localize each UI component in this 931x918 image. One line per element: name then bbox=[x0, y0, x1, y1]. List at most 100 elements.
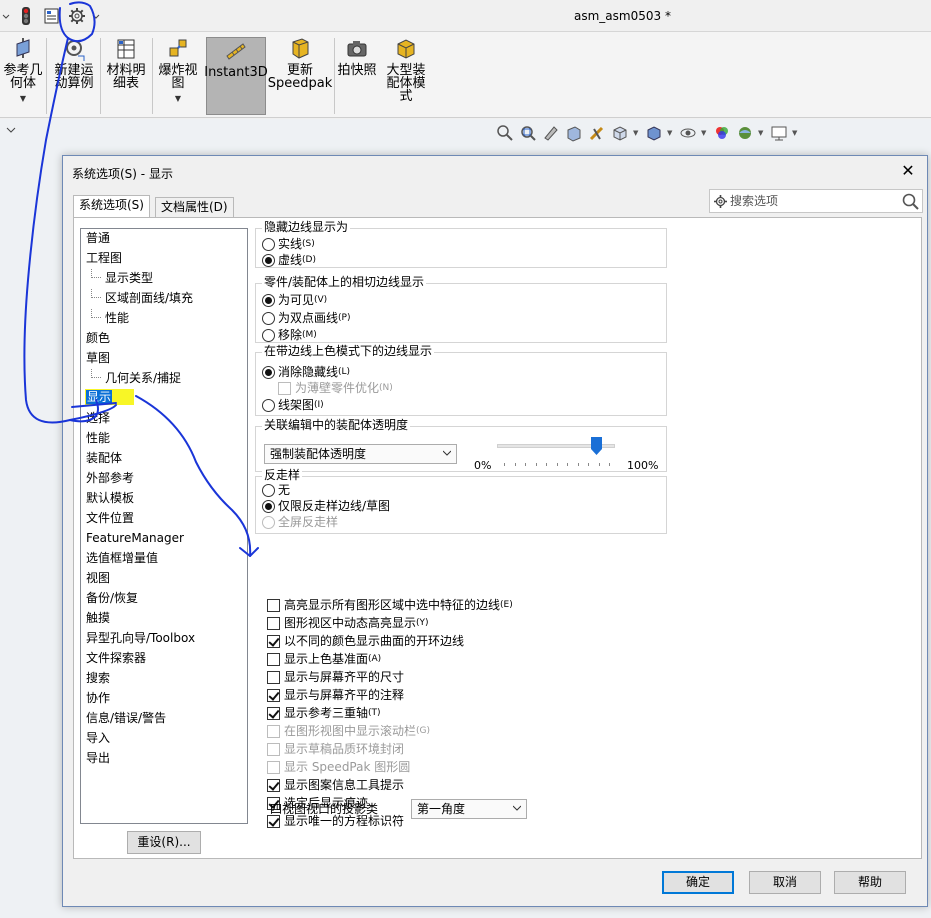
display-option-checkbox[interactable]: 在图形视图中显示滚动栏 (G) bbox=[267, 724, 430, 738]
tab-document-properties[interactable]: 文档属性(D) bbox=[155, 197, 234, 217]
tree-item[interactable]: 装配体 bbox=[86, 449, 122, 467]
tree-item[interactable]: 选择 bbox=[86, 409, 110, 427]
display-option-checkbox[interactable]: 显示与屏幕齐平的注释 bbox=[267, 688, 404, 702]
checkbox-box[interactable] bbox=[267, 670, 280, 684]
tree-item[interactable]: 信息/错误/警告 bbox=[86, 709, 166, 727]
section-view-icon[interactable] bbox=[564, 123, 584, 143]
qa-dropdown-left[interactable] bbox=[0, 5, 12, 27]
display-option-checkbox[interactable]: 显示 SpeedPak 图形圆 bbox=[267, 760, 410, 774]
thin-part-optimize-checkbox[interactable]: 为薄壁零件优化 (N) bbox=[278, 381, 393, 395]
zoom-to-area-icon[interactable] bbox=[518, 123, 538, 143]
checkbox-box[interactable] bbox=[267, 652, 280, 666]
tree-item[interactable]: 触摸 bbox=[86, 609, 110, 627]
tree-item[interactable]: 导入 bbox=[86, 729, 110, 747]
display-option-checkbox[interactable]: 高亮显示所有图形区域中选中特征的边线 (E) bbox=[267, 598, 513, 612]
checkbox-box[interactable] bbox=[267, 724, 280, 738]
tree-item[interactable]: 默认模板 bbox=[86, 489, 134, 507]
view-orientation-icon[interactable] bbox=[610, 123, 630, 143]
ribbon-update-speedpak[interactable]: 更新 Speedpak bbox=[268, 36, 332, 116]
tree-item[interactable]: 显示类型 bbox=[91, 269, 153, 287]
help-button[interactable]: 帮助 bbox=[834, 871, 906, 894]
feature-tree-toggle[interactable] bbox=[0, 119, 20, 139]
radio-solid[interactable]: 实线 (S) bbox=[262, 237, 315, 251]
display-option-checkbox[interactable]: 显示上色基准面 (A) bbox=[267, 652, 381, 666]
ribbon-large-assembly-mode[interactable]: 大型装 配体模 式 bbox=[383, 36, 429, 116]
radio-aa-fullscreen[interactable]: 全屏反走样 bbox=[262, 515, 338, 529]
options-gear-icon[interactable] bbox=[66, 5, 88, 27]
display-option-checkbox[interactable]: 显示与屏幕齐平的尺寸 bbox=[267, 670, 404, 684]
projection-select[interactable]: 第一角度 bbox=[411, 799, 527, 819]
previous-view-icon[interactable] bbox=[541, 123, 561, 143]
dynamic-annotation-icon[interactable] bbox=[587, 123, 607, 143]
options-dropdown[interactable] bbox=[90, 5, 102, 27]
chevron-down-icon[interactable]: ▼ bbox=[633, 129, 641, 137]
tree-item[interactable]: 几何关系/捕捉 bbox=[91, 369, 181, 387]
checkbox-box[interactable] bbox=[267, 706, 280, 720]
hide-show-items-icon[interactable] bbox=[678, 123, 698, 143]
ribbon-new-motion-study[interactable]: 新建运 动算例 bbox=[53, 36, 95, 116]
checkbox-box[interactable] bbox=[267, 634, 280, 648]
search-input[interactable] bbox=[730, 192, 890, 210]
radio-aa-edges[interactable]: 仅限反走样边线/草图 bbox=[262, 499, 390, 513]
display-option-checkbox[interactable]: 显示图案信息工具提示 bbox=[267, 778, 404, 792]
tree-item[interactable]: 协作 bbox=[86, 689, 110, 707]
radio-aa-none[interactable]: 无 bbox=[262, 483, 290, 497]
checkbox-box[interactable] bbox=[267, 760, 280, 774]
ribbon-bill-of-materials[interactable]: 材料明 细表 bbox=[105, 36, 147, 116]
chevron-down-icon[interactable]: ▼ bbox=[701, 129, 709, 137]
radio-wireframe[interactable]: 线架图 (I) bbox=[262, 398, 324, 412]
display-style-icon[interactable] bbox=[644, 123, 664, 143]
radio-visible[interactable]: 为可见 (V) bbox=[262, 293, 327, 307]
chevron-down-icon[interactable]: ▼ bbox=[667, 129, 675, 137]
ribbon-snapshot[interactable]: 拍快照 bbox=[336, 36, 378, 116]
radio-phantom[interactable]: 为双点画线 (P) bbox=[262, 311, 350, 325]
checkbox-box[interactable] bbox=[267, 616, 280, 630]
close-icon[interactable]: ✕ bbox=[899, 162, 917, 180]
transparency-select[interactable]: 强制装配体透明度 bbox=[264, 444, 457, 464]
view-settings-icon[interactable] bbox=[769, 123, 789, 143]
tree-item[interactable]: 工程图 bbox=[86, 249, 122, 267]
tree-item[interactable]: 导出 bbox=[86, 749, 110, 767]
tree-item[interactable]: 异型孔向导/Toolbox bbox=[86, 629, 195, 647]
transparency-slider-thumb[interactable] bbox=[590, 437, 602, 455]
tree-item[interactable]: 备份/恢复 bbox=[86, 589, 138, 607]
display-option-checkbox[interactable]: 显示参考三重轴 (T) bbox=[267, 706, 381, 720]
tree-item[interactable]: 性能 bbox=[91, 309, 129, 327]
checkbox-box[interactable] bbox=[267, 742, 280, 756]
chevron-down-icon[interactable]: ▼ bbox=[758, 129, 766, 137]
file-properties-icon[interactable] bbox=[42, 5, 62, 27]
radio-hlr[interactable]: 消除隐藏线 (L) bbox=[262, 365, 350, 379]
tree-item[interactable]: 颜色 bbox=[86, 329, 110, 347]
tree-item[interactable]: 区域剖面线/填充 bbox=[91, 289, 193, 307]
ribbon-reference-geometry[interactable]: 参考几 何体 ▼ bbox=[2, 36, 44, 116]
checkbox-box[interactable] bbox=[267, 778, 280, 792]
tree-item[interactable]: 搜索 bbox=[86, 669, 110, 687]
tree-item[interactable]: 普通 bbox=[86, 229, 110, 247]
cancel-button[interactable]: 取消 bbox=[749, 871, 821, 894]
edit-appearance-icon[interactable] bbox=[712, 123, 732, 143]
display-option-checkbox[interactable]: 图形视区中动态高亮显示 (Y) bbox=[267, 616, 429, 630]
ribbon-exploded-view[interactable]: 爆炸视 图 ▼ bbox=[157, 36, 199, 116]
tree-item[interactable]: 视图 bbox=[86, 569, 110, 587]
tree-item[interactable]: 性能 bbox=[86, 429, 110, 447]
ok-button[interactable]: 确定 bbox=[662, 871, 734, 894]
radio-dashed[interactable]: 虚线 (D) bbox=[262, 253, 316, 267]
chevron-down-icon[interactable]: ▼ bbox=[792, 129, 800, 137]
tree-item[interactable]: 草图 bbox=[86, 349, 110, 367]
tree-item[interactable]: 文件探索器 bbox=[86, 649, 146, 667]
checkbox-box[interactable] bbox=[267, 598, 280, 612]
radio-remove[interactable]: 移除 (M) bbox=[262, 328, 317, 342]
tree-item[interactable]: 选值框增量值 bbox=[86, 549, 158, 567]
checkbox-box[interactable] bbox=[267, 688, 280, 702]
display-option-checkbox[interactable]: 以不同的颜色显示曲面的开环边线 bbox=[267, 634, 464, 648]
reset-button[interactable]: 重设(R)... bbox=[127, 831, 201, 854]
zoom-to-fit-icon[interactable] bbox=[495, 123, 515, 143]
tree-item[interactable]: 外部参考 bbox=[86, 469, 134, 487]
display-option-checkbox[interactable]: 显示草稿品质环境封闭 bbox=[267, 742, 404, 756]
ribbon-instant3d[interactable]: Instant3D bbox=[204, 37, 268, 115]
apply-scene-icon[interactable] bbox=[735, 123, 755, 143]
tree-item[interactable]: 文件位置 bbox=[86, 509, 134, 527]
traffic-light-icon[interactable] bbox=[16, 5, 36, 27]
search-icon[interactable] bbox=[902, 193, 919, 210]
tab-system-options[interactable]: 系统选项(S) bbox=[73, 195, 150, 218]
